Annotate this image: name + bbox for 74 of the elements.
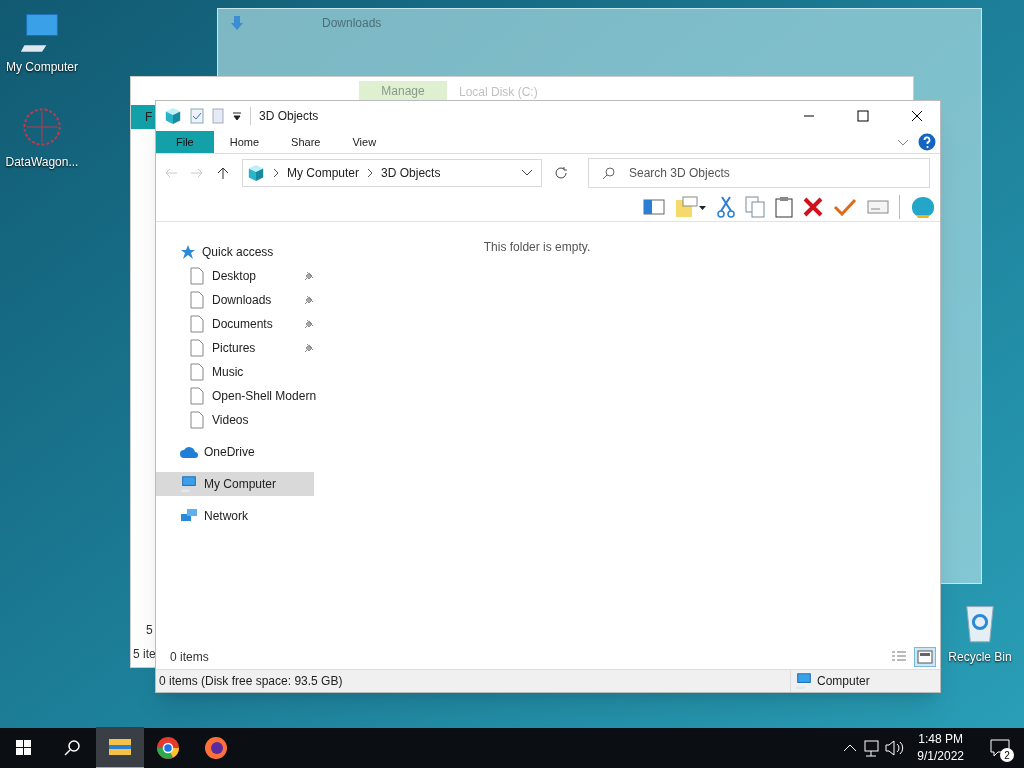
nav-item[interactable]: Network xyxy=(156,504,314,528)
address-bar[interactable]: My Computer 3D Objects xyxy=(242,159,542,187)
ribbon-tab[interactable]: File xyxy=(156,131,214,153)
search-icon xyxy=(602,167,615,180)
network-icon xyxy=(180,508,198,524)
status-bar-text: 5 ite xyxy=(133,646,156,663)
properties-icon[interactable] xyxy=(190,108,204,124)
cut-icon[interactable] xyxy=(717,195,735,218)
ribbon-tab[interactable]: Share xyxy=(275,131,337,153)
pin-icon xyxy=(304,319,314,329)
item-count: 0 items xyxy=(170,649,209,666)
desktop-icon-label[interactable]: My Computer xyxy=(6,58,78,76)
folder-options-icon[interactable] xyxy=(675,195,707,218)
chevron-right-icon xyxy=(367,168,374,178)
download-arrow-icon xyxy=(230,15,244,31)
nav-item[interactable]: Quick access xyxy=(156,240,314,264)
pin-icon xyxy=(304,271,314,281)
computer-icon xyxy=(180,475,198,493)
nav-item[interactable]: OneDrive xyxy=(156,440,314,464)
pin-icon xyxy=(304,343,314,353)
cube-icon xyxy=(247,164,265,182)
empty-folder-message: This folder is empty. xyxy=(483,239,591,256)
nav-item[interactable]: Downloads xyxy=(156,288,314,312)
document-icon xyxy=(190,339,204,357)
tiles-view-icon[interactable] xyxy=(914,647,936,667)
notification-icon[interactable] xyxy=(990,739,1010,757)
ribbon-tab[interactable]: View xyxy=(336,131,393,153)
dropdown-caret-icon[interactable] xyxy=(232,111,242,121)
nav-item[interactable]: Music xyxy=(156,360,314,384)
cube-icon xyxy=(164,107,182,125)
document-icon xyxy=(190,411,204,429)
document-icon xyxy=(190,363,204,381)
network-graph-icon xyxy=(20,105,64,149)
computer-icon xyxy=(795,672,813,690)
desktop-icon-label[interactable]: DataWagon... xyxy=(5,153,79,171)
help-icon[interactable] xyxy=(918,133,936,151)
search-field[interactable]: Search 3D Objects xyxy=(588,158,930,188)
window-title: Local Disk (C:) xyxy=(459,84,538,101)
nav-item[interactable]: My Computer xyxy=(156,472,314,496)
document-icon xyxy=(190,267,204,285)
document-icon xyxy=(190,291,204,309)
status-bar-text: 0 items (Disk free space: 93.5 GB) xyxy=(158,673,344,690)
clock[interactable]: 1:48 PM 9/1/2022 xyxy=(905,731,976,765)
folder-icon[interactable] xyxy=(96,727,144,768)
dropdown-caret-icon[interactable] xyxy=(521,169,533,177)
copy-icon[interactable] xyxy=(745,195,765,218)
ribbon-tab[interactable]: F xyxy=(131,105,155,129)
nav-item[interactable]: Videos xyxy=(156,408,314,432)
refresh-icon[interactable] xyxy=(554,166,568,180)
document-icon xyxy=(190,315,204,333)
clipboard-icon[interactable] xyxy=(775,195,793,218)
item-count: 5 xyxy=(146,622,153,639)
pin-icon xyxy=(304,295,314,305)
nav-item[interactable]: Pictures xyxy=(156,336,314,360)
delete-icon[interactable] xyxy=(803,196,823,217)
nav-item[interactable]: Desktop xyxy=(156,264,314,288)
breadcrumb-item[interactable]: 3D Objects xyxy=(381,164,441,182)
notification-badge: 2 xyxy=(1000,748,1014,762)
checkmark-icon[interactable] xyxy=(833,197,857,216)
nav-item[interactable]: Documents xyxy=(156,312,314,336)
preview-pane-icon[interactable] xyxy=(643,198,665,215)
status-zone-text: Computer xyxy=(817,673,870,690)
breadcrumb-item[interactable]: My Computer xyxy=(287,164,360,182)
ribbon-tab[interactable]: Home xyxy=(213,131,276,153)
chevron-down-icon[interactable] xyxy=(896,137,910,147)
chevron-right-icon xyxy=(273,168,279,178)
nav-item[interactable]: Open-Shell Modern xyxy=(156,384,314,408)
cloud-icon xyxy=(180,446,198,458)
window-title: Downloads xyxy=(322,15,382,32)
shell-icon[interactable] xyxy=(910,194,936,219)
window-title: 3D Objects xyxy=(250,107,319,125)
document-icon xyxy=(190,387,204,405)
up-arrow-icon[interactable] xyxy=(216,166,230,180)
star-icon xyxy=(180,244,196,260)
